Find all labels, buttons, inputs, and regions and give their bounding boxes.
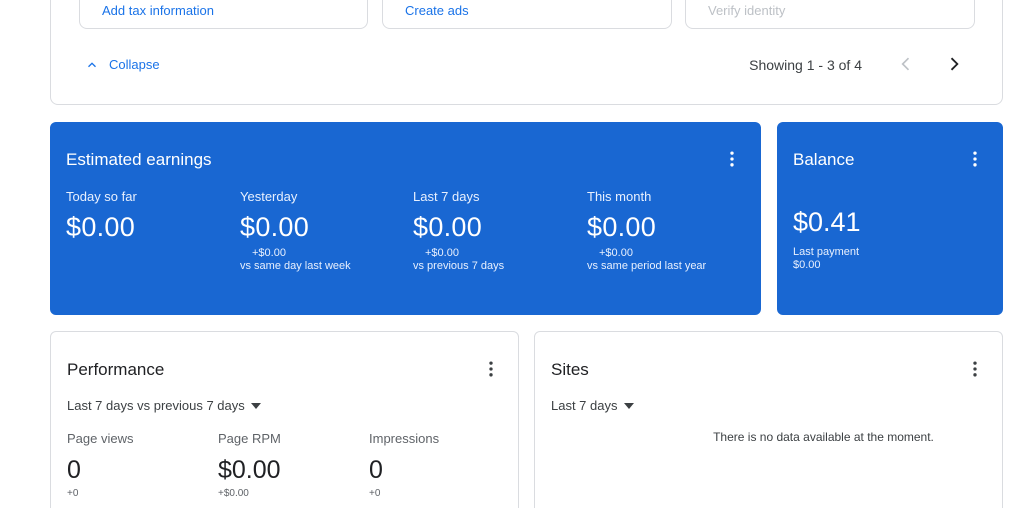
- earnings-compare: vs same period last year: [587, 260, 707, 272]
- task-tile-verify-identity[interactable]: Verify identity: [685, 0, 975, 29]
- earnings-today: Today so far $0.00: [66, 189, 137, 243]
- metric-delta: +0: [369, 488, 381, 499]
- performance-range-select[interactable]: Last 7 days vs previous 7 days: [67, 398, 261, 413]
- earnings-delta: +$0.00: [425, 247, 459, 259]
- earnings-label: Yesterday: [240, 189, 298, 204]
- task-tile-create-ads[interactable]: Create ads: [382, 0, 672, 29]
- metric-label: Impressions: [369, 431, 440, 446]
- collapse-label: Collapse: [109, 57, 160, 72]
- task-tile-label: Add tax information: [102, 3, 215, 18]
- earnings-title: Estimated earnings: [66, 150, 212, 169]
- metric-impressions[interactable]: Impressions 0 +0: [369, 431, 439, 499]
- metric-page-views[interactable]: Page views 0 +0: [67, 431, 133, 499]
- earnings-last-7-days: Last 7 days $0.00 +$0.00 vs previous 7 d…: [413, 189, 504, 273]
- more-vert-icon: [730, 151, 734, 167]
- earnings-label: Today so far: [66, 189, 137, 204]
- task-tile-tax[interactable]: Add tax information: [79, 0, 368, 29]
- metric-label: Page views: [67, 431, 134, 446]
- balance-value: $0.41: [793, 207, 861, 237]
- performance-card: Performance Last 7 days vs previous 7 da…: [50, 331, 519, 508]
- earnings-value: $0.00: [66, 212, 136, 242]
- balance-title: Balance: [793, 150, 855, 169]
- sites-card: Sites Last 7 days There is no data avail…: [534, 331, 1003, 508]
- adsense-home: Add tax information Create ads Verify id…: [0, 0, 1024, 508]
- last-payment-value: $0.00: [793, 259, 821, 271]
- sites-menu-button[interactable]: [965, 359, 985, 379]
- metric-value: $0.00: [218, 456, 281, 484]
- tasks-card: Add tax information Create ads Verify id…: [50, 0, 1003, 105]
- task-tile-label: Verify identity: [708, 3, 786, 18]
- collapse-button[interactable]: Collapse: [85, 57, 160, 72]
- chevron-right-icon: [950, 57, 959, 71]
- metric-label: Page RPM: [218, 431, 281, 446]
- metric-delta: +$0.00: [218, 488, 249, 499]
- earnings-this-month: This month $0.00 +$0.00 vs same period l…: [587, 189, 706, 273]
- earnings-compare: vs previous 7 days: [413, 260, 505, 272]
- metric-page-rpm[interactable]: Page RPM $0.00 +$0.00: [218, 431, 281, 499]
- metric-value: 0: [369, 456, 383, 484]
- earnings-menu-button[interactable]: [722, 149, 742, 169]
- earnings-compare: vs same day last week: [240, 260, 351, 272]
- task-tile-label: Create ads: [405, 3, 469, 18]
- performance-menu-button[interactable]: [481, 359, 501, 379]
- balance-menu-button[interactable]: [965, 149, 985, 169]
- earnings-value: $0.00: [413, 212, 483, 242]
- balance-card[interactable]: Balance $0.41 Last payment $0.00: [777, 122, 1003, 315]
- earnings-label: This month: [587, 189, 652, 204]
- last-payment-label: Last payment: [793, 246, 860, 258]
- earnings-yesterday: Yesterday $0.00 +$0.00 vs same day last …: [240, 189, 351, 273]
- sites-range-select[interactable]: Last 7 days: [551, 398, 634, 413]
- range-select-label: Last 7 days vs previous 7 days: [67, 398, 245, 413]
- next-page-button[interactable]: [942, 52, 966, 76]
- earnings-delta: +$0.00: [599, 247, 633, 259]
- dropdown-arrow-icon: [623, 402, 634, 409]
- sites-title: Sites: [551, 360, 589, 379]
- chevron-left-icon: [901, 57, 910, 71]
- pagination-status: Showing 1 - 3 of 4: [749, 57, 862, 73]
- chevron-up-icon: [88, 61, 96, 67]
- performance-title: Performance: [67, 360, 165, 379]
- metric-value: 0: [67, 456, 81, 484]
- previous-page-button[interactable]: [894, 52, 918, 76]
- earnings-value: $0.00: [240, 212, 310, 242]
- earnings-label: Last 7 days: [413, 189, 480, 204]
- metric-delta: +0: [67, 488, 79, 499]
- more-vert-icon: [973, 151, 977, 167]
- earnings-delta: +$0.00: [252, 247, 286, 259]
- dropdown-arrow-icon: [250, 402, 261, 409]
- more-vert-icon: [973, 361, 977, 377]
- sites-empty-message: There is no data available at the moment…: [713, 430, 934, 444]
- range-select-label: Last 7 days: [551, 398, 618, 413]
- more-vert-icon: [489, 361, 493, 377]
- estimated-earnings-card[interactable]: Estimated earnings Today so far $0.00 Ye…: [50, 122, 761, 315]
- earnings-value: $0.00: [587, 212, 657, 242]
